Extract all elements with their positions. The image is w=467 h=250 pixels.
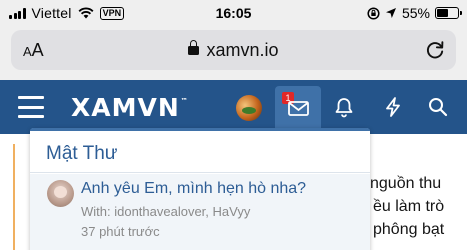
logo-text: XAMVN: [71, 93, 180, 122]
conversation-time: 37 phút trước: [81, 224, 160, 239]
article-line: phông bạt: [373, 221, 445, 238]
inbox-button[interactable]: 1: [275, 86, 321, 132]
battery-icon: [435, 7, 462, 19]
site-header: XAMVN™ 1: [0, 80, 467, 134]
user-avatar[interactable]: [236, 95, 262, 121]
url-display[interactable]: xamvn.io: [11, 40, 456, 61]
battery-level: [437, 9, 448, 17]
menu-icon[interactable]: [18, 96, 44, 118]
lock-icon: [188, 40, 200, 55]
site-logo[interactable]: XAMVN™: [71, 93, 189, 122]
orientation-lock-icon: [367, 6, 380, 20]
reload-icon[interactable]: [424, 39, 446, 61]
article-line: ều làm trò: [373, 198, 445, 215]
popup-header: Mật Thư: [30, 131, 370, 173]
address-bar[interactable]: AAAA xamvn.io: [11, 30, 456, 70]
status-bar: Viettel VPN 16:05 55%: [0, 0, 467, 26]
bell-icon[interactable]: [333, 96, 355, 118]
conversation-item[interactable]: Anh yêu Em, mình hẹn hò nha? With: idont…: [30, 174, 370, 250]
browser-toolbar: AAAA xamvn.io: [0, 26, 467, 80]
quote-bar: [13, 144, 15, 250]
location-arrow-icon: [385, 8, 396, 18]
inbox-popup: Mật Thư Anh yêu Em, mình hẹn hò nha? Wit…: [30, 128, 370, 250]
logo-trademark: ™: [180, 97, 189, 105]
mail-icon: [288, 101, 309, 116]
battery-percentage: 55%: [401, 5, 430, 21]
search-icon[interactable]: [427, 96, 449, 118]
conversation-avatar[interactable]: [47, 180, 74, 207]
article-line: nguồn thu: [370, 175, 442, 192]
conversation-title[interactable]: Anh yêu Em, mình hẹn hò nha?: [81, 180, 306, 198]
conversation-participants: With: idonthavealover, HaVyy: [81, 204, 251, 219]
bolt-icon[interactable]: [382, 96, 404, 118]
status-bar-right: 55%: [367, 5, 462, 21]
url-text: xamvn.io: [206, 40, 279, 60]
popup-title[interactable]: Mật Thư: [46, 143, 118, 165]
